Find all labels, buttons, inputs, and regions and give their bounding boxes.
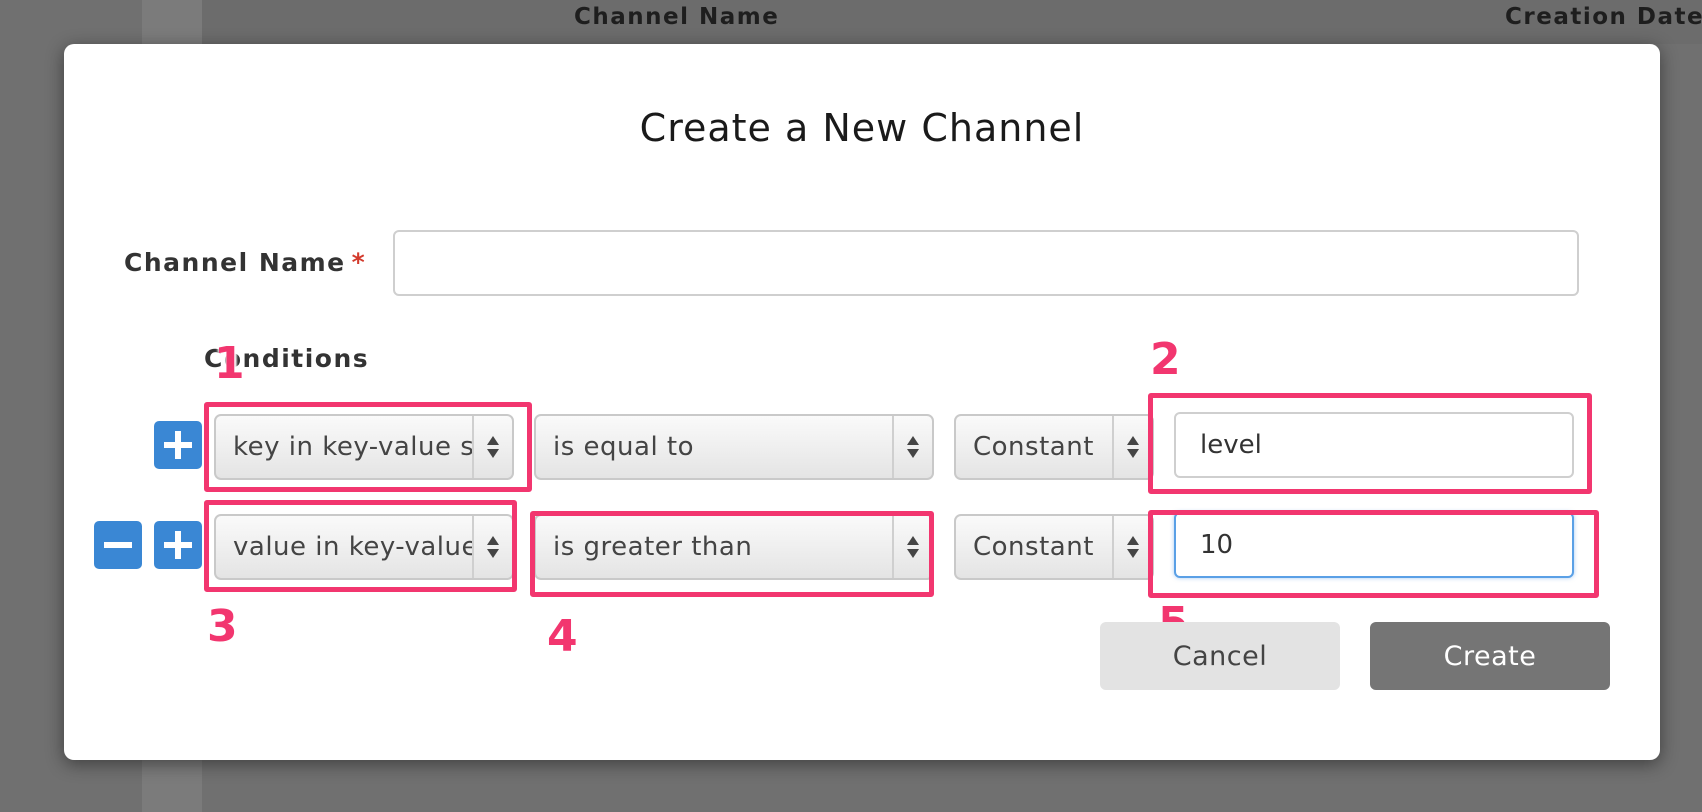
annotation-number-1: 1: [214, 338, 245, 389]
background-table-header: [202, 0, 1702, 44]
highlight-box-2: [1148, 393, 1592, 494]
condition-type-value: Constant: [973, 532, 1094, 562]
condition-type-value: Constant: [973, 432, 1094, 462]
condition-type-select[interactable]: Constant: [954, 414, 1154, 480]
highlight-box-4: [530, 511, 934, 597]
annotation-number-3: 3: [207, 601, 238, 652]
channel-name-label: Channel Name *: [124, 248, 366, 277]
channel-name-input[interactable]: [393, 230, 1579, 296]
select-arrows-icon: [892, 416, 932, 478]
minus-icon: [104, 542, 132, 548]
remove-condition-button[interactable]: [94, 521, 142, 569]
create-button[interactable]: Create: [1370, 622, 1610, 690]
dialog-title: Create a New Channel: [639, 106, 1085, 150]
required-asterisk: *: [351, 248, 367, 277]
highlight-box-5: [1148, 510, 1599, 598]
cancel-button[interactable]: Cancel: [1100, 622, 1340, 690]
condition-operator-select[interactable]: is equal to: [534, 414, 934, 480]
plus-icon: [164, 431, 192, 459]
annotation-number-4: 4: [547, 611, 578, 662]
select-arrows-icon: [1112, 416, 1152, 478]
channel-name-label-text: Channel Name: [124, 248, 346, 277]
highlight-box-1: [204, 402, 532, 492]
create-channel-dialog: Create a New Channel Channel Name * Condi…: [64, 44, 1660, 760]
column-header-channel-name: Channel Name: [574, 4, 780, 30]
add-condition-button[interactable]: [154, 521, 202, 569]
highlight-box-3: [204, 500, 517, 592]
select-arrows-icon: [1112, 516, 1152, 578]
add-condition-button[interactable]: [154, 421, 202, 469]
condition-operator-value: is equal to: [553, 432, 695, 462]
condition-type-select[interactable]: Constant: [954, 514, 1154, 580]
annotation-number-2: 2: [1150, 334, 1181, 385]
column-header-creation-date: Creation Date: [1505, 4, 1702, 30]
plus-icon: [164, 531, 192, 559]
